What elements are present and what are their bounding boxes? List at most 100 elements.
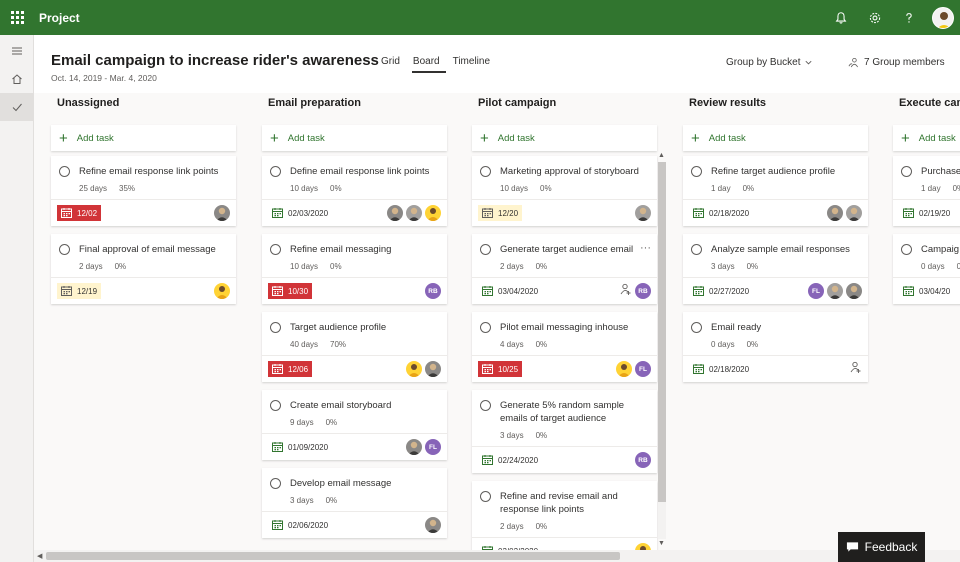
notifications-button[interactable] xyxy=(824,0,858,35)
task-card[interactable]: Purchase target au 1 day 0% 02/19/20 xyxy=(893,156,960,226)
due-date-badge[interactable]: 12/20 xyxy=(478,205,523,221)
assignee-avatar[interactable]: FL xyxy=(635,361,651,377)
tab-board[interactable]: Board xyxy=(411,56,446,73)
assignee-avatar[interactable] xyxy=(425,205,441,221)
help-button[interactable] xyxy=(892,0,926,35)
assign-person-icon[interactable] xyxy=(620,282,632,300)
complete-task-checkbox[interactable] xyxy=(270,400,281,411)
due-date-badge[interactable]: 02/18/2020 xyxy=(689,361,753,377)
tab-timeline[interactable]: Timeline xyxy=(452,56,496,73)
complete-task-checkbox[interactable] xyxy=(480,400,491,411)
due-date-badge[interactable]: 02/06/2020 xyxy=(268,517,332,533)
task-card[interactable]: Refine email messaging 10 days 0% 10/30 RB xyxy=(262,234,447,304)
due-date-badge[interactable]: 12/06 xyxy=(268,361,313,377)
scroll-down-icon[interactable]: ▼ xyxy=(658,540,665,547)
due-date-badge[interactable]: 03/02/2020 xyxy=(478,543,542,550)
assignee-avatar[interactable]: RB xyxy=(425,283,441,299)
complete-task-checkbox[interactable] xyxy=(59,244,70,255)
bucket-scrollbar[interactable]: ▲ ▼ xyxy=(656,152,668,549)
due-date-badge[interactable]: 02/27/2020 xyxy=(689,283,753,299)
add-task-button[interactable]: + Add task xyxy=(472,125,657,151)
feedback-button[interactable]: Feedback xyxy=(838,532,925,562)
due-date-badge[interactable]: 02/03/2020 xyxy=(268,205,332,221)
group-by-dropdown[interactable]: Group by Bucket xyxy=(726,57,813,68)
assignee-avatar[interactable]: RB xyxy=(635,452,651,468)
assignee-avatar[interactable] xyxy=(387,205,403,221)
home-button[interactable] xyxy=(0,65,34,93)
complete-task-checkbox[interactable] xyxy=(59,166,70,177)
complete-task-checkbox[interactable] xyxy=(691,166,702,177)
due-date-badge[interactable]: 10/25 xyxy=(478,361,523,377)
assignee-avatar[interactable]: RB xyxy=(635,283,651,299)
assignee-avatar[interactable] xyxy=(425,517,441,533)
assignee-avatar[interactable] xyxy=(425,361,441,377)
due-date-badge[interactable]: 02/19/20 xyxy=(899,205,954,221)
assign-person-icon[interactable] xyxy=(850,360,862,378)
bucket-title[interactable]: Email preparation xyxy=(262,97,447,118)
settings-button[interactable] xyxy=(858,0,892,35)
add-task-button[interactable]: + Add task xyxy=(683,125,868,151)
complete-task-checkbox[interactable] xyxy=(901,244,912,255)
task-card[interactable]: Refine target audience profile 1 day 0% 02/… xyxy=(683,156,868,226)
task-card[interactable]: Campaig 0 days 0% 03/04/20 xyxy=(893,234,960,304)
task-card[interactable]: Refine and revise email and response lin… xyxy=(472,481,657,550)
complete-task-checkbox[interactable] xyxy=(691,322,702,333)
bucket-title[interactable]: Unassigned xyxy=(51,97,236,118)
assignee-avatar[interactable] xyxy=(827,205,843,221)
complete-task-checkbox[interactable] xyxy=(270,478,281,489)
assignee-avatar[interactable] xyxy=(827,283,843,299)
assignee-avatar[interactable] xyxy=(406,205,422,221)
task-card[interactable]: Pilot email messaging inhouse 4 days 0% 10/… xyxy=(472,312,657,382)
my-tasks-button[interactable] xyxy=(0,93,34,121)
complete-task-checkbox[interactable] xyxy=(270,244,281,255)
task-card[interactable]: Target audience profile 40 days 70% 12/06 xyxy=(262,312,447,382)
group-members-button[interactable]: 7 Group members xyxy=(848,57,945,68)
due-date-badge[interactable]: 01/09/2020 xyxy=(268,439,332,455)
bucket-title[interactable]: Pilot campaign xyxy=(472,97,657,118)
add-task-button[interactable]: + Add task xyxy=(893,125,960,151)
horizontal-scrollbar-thumb[interactable] xyxy=(46,552,620,560)
task-card[interactable]: Create email storyboard 9 days 0% 01/09/202… xyxy=(262,390,447,460)
due-date-badge[interactable]: 02/18/2020 xyxy=(689,205,753,221)
complete-task-checkbox[interactable] xyxy=(270,166,281,177)
assignee-avatar[interactable] xyxy=(214,283,230,299)
task-card[interactable]: Analyze sample email responses 3 days 0% 02… xyxy=(683,234,868,304)
assignee-avatar[interactable] xyxy=(214,205,230,221)
due-date-badge[interactable]: 12/02 xyxy=(57,205,102,221)
task-card[interactable]: Define email response link points 10 days… xyxy=(262,156,447,226)
task-card[interactable]: Generate 5% random sample emails of targ… xyxy=(472,390,657,473)
due-date-badge[interactable]: 10/30 xyxy=(268,283,313,299)
assignee-avatar[interactable] xyxy=(406,439,422,455)
due-date-badge[interactable]: 03/04/20 xyxy=(899,283,954,299)
task-card[interactable]: Generate target audience email 2 days 0% ··… xyxy=(472,234,657,304)
add-task-button[interactable]: + Add task xyxy=(51,125,236,151)
assignee-avatar[interactable] xyxy=(616,361,632,377)
task-card[interactable]: Develop email message 3 days 0% 02/06/2020 xyxy=(262,468,447,538)
add-task-button[interactable]: + Add task xyxy=(262,125,447,151)
task-card[interactable]: Refine email response link points 25 days… xyxy=(51,156,236,226)
app-launcher-button[interactable] xyxy=(0,0,34,35)
user-avatar[interactable] xyxy=(932,6,954,29)
assignee-avatar[interactable]: FL xyxy=(808,283,824,299)
due-date-badge[interactable]: 03/04/2020 xyxy=(478,283,542,299)
task-card[interactable]: Marketing approval of storyboard 10 days 0… xyxy=(472,156,657,226)
assignee-avatar[interactable] xyxy=(635,543,651,550)
complete-task-checkbox[interactable] xyxy=(691,244,702,255)
complete-task-checkbox[interactable] xyxy=(901,166,912,177)
scroll-up-icon[interactable]: ▲ xyxy=(658,152,665,159)
collapse-nav-button[interactable] xyxy=(0,37,34,65)
tab-grid[interactable]: Grid xyxy=(380,56,406,73)
complete-task-checkbox[interactable] xyxy=(480,166,491,177)
task-card[interactable]: Email ready 0 days 0% 02/18/2020 xyxy=(683,312,868,382)
scrollbar-thumb[interactable] xyxy=(658,162,666,502)
complete-task-checkbox[interactable] xyxy=(480,322,491,333)
assignee-avatar[interactable]: FL xyxy=(425,439,441,455)
more-options-icon[interactable]: ··· xyxy=(640,242,651,254)
assignee-avatar[interactable] xyxy=(846,283,862,299)
bucket-title[interactable]: Review results xyxy=(683,97,868,118)
complete-task-checkbox[interactable] xyxy=(480,244,491,255)
scroll-left-icon[interactable]: ◀ xyxy=(37,552,42,560)
assignee-avatar[interactable] xyxy=(846,205,862,221)
due-date-badge[interactable]: 12/19 xyxy=(57,283,102,299)
bucket-title[interactable]: Execute cam xyxy=(893,97,960,118)
